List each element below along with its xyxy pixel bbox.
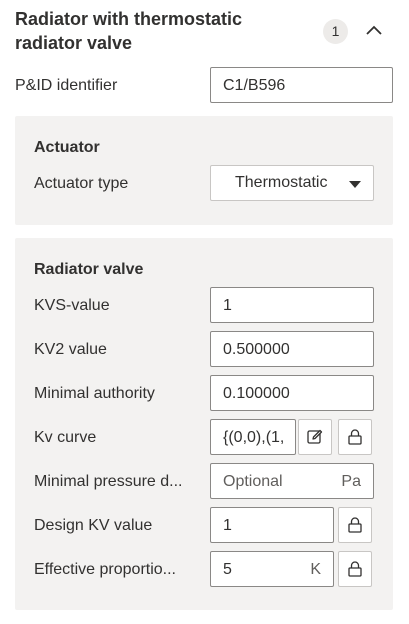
pid-input[interactable]: C1/B596 <box>210 67 393 103</box>
authority-value: 0.100000 <box>223 385 290 402</box>
effective-input[interactable]: 5 K <box>210 551 334 587</box>
kv2-label: KV2 value <box>34 341 107 358</box>
radiator-valve-title: Radiator valve <box>34 261 144 278</box>
actuator-type-dropdown[interactable]: Thermostatic <box>210 165 374 201</box>
effective-value: 5 <box>223 561 232 578</box>
kvs-input[interactable]: 1 <box>210 287 374 323</box>
actuator-type-label: Actuator type <box>34 175 129 192</box>
effective-label: Effective proportio... <box>34 561 176 578</box>
pid-value: C1/B596 <box>223 77 286 94</box>
kv2-input[interactable]: 0.500000 <box>210 331 374 367</box>
edit-icon[interactable] <box>298 419 332 455</box>
min-pressure-placeholder: Optional <box>223 473 283 490</box>
kv2-value: 0.500000 <box>223 341 290 358</box>
section-title-line2: radiator valve <box>15 33 133 53</box>
kvs-value: 1 <box>223 297 232 314</box>
pid-label: P&ID identifier <box>15 77 118 94</box>
min-pressure-label: Minimal pressure d... <box>34 473 183 490</box>
design-kv-value: 1 <box>223 517 232 534</box>
design-kv-label: Design KV value <box>34 517 153 534</box>
actuator-type-value: Thermostatic <box>235 174 328 191</box>
actuator-title: Actuator <box>34 139 100 156</box>
kv-curve-input[interactable]: {(0,0),(1, <box>210 419 296 455</box>
chevron-up-icon[interactable] <box>362 19 386 43</box>
kv-curve-value: {(0,0),(1, <box>223 429 285 446</box>
kv-curve-label: Kv curve <box>34 429 97 446</box>
authority-input[interactable]: 0.100000 <box>210 375 374 411</box>
kvs-label: KVS-value <box>34 297 110 314</box>
lock-icon[interactable] <box>338 419 372 455</box>
design-kv-input[interactable]: 1 <box>210 507 334 543</box>
caret-down-icon <box>349 181 361 188</box>
section-header: Radiator with thermostatic radiator valv… <box>15 7 315 55</box>
min-pressure-unit: Pa <box>341 473 361 490</box>
min-pressure-input[interactable]: Optional Pa <box>210 463 374 499</box>
lock-icon[interactable] <box>338 551 372 587</box>
effective-unit: K <box>310 561 321 578</box>
lock-icon[interactable] <box>338 507 372 543</box>
authority-label: Minimal authority <box>34 385 155 402</box>
section-title-line1: Radiator with thermostatic <box>15 9 243 29</box>
count-badge: 1 <box>323 19 348 44</box>
